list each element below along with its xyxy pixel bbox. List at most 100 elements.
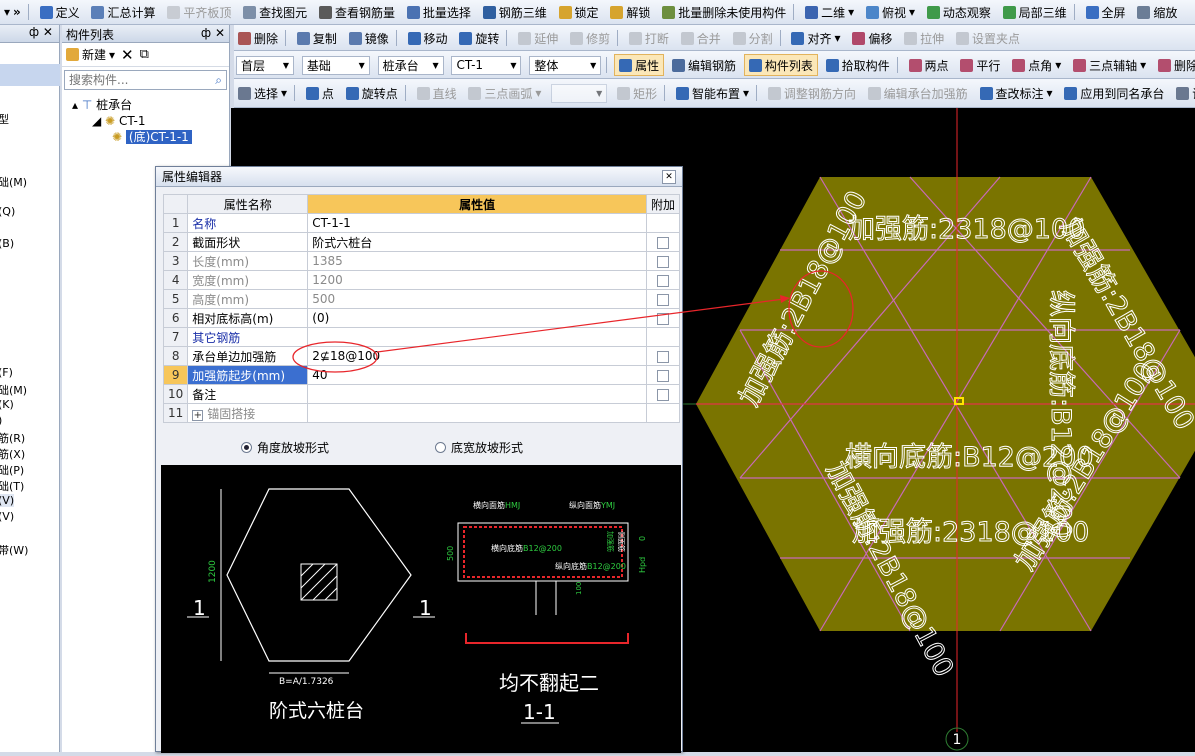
left-strip-item[interactable]: ): [0, 414, 2, 427]
floor-select[interactable]: 首层 ▼: [236, 55, 294, 75]
adjust-rebar-dir-button[interactable]: 调整钢筋方向: [764, 82, 860, 104]
copy-button[interactable]: 复制: [293, 27, 341, 49]
merge-button[interactable]: 合并: [677, 27, 725, 49]
tree-node-root[interactable]: ▴ ⊤ 桩承台: [72, 97, 192, 113]
tree-node-ct1[interactable]: ◢ ✺ CT-1: [72, 113, 192, 129]
top-reinforcement-label[interactable]: 加强筋:2318@100: [848, 214, 1086, 246]
point-angle-dropdown[interactable]: 点角 ▾: [1008, 54, 1065, 76]
trim-button[interactable]: 修剪: [566, 27, 614, 49]
copy-icon[interactable]: ⧉: [140, 47, 149, 62]
extra-checkbox[interactable]: [656, 369, 669, 382]
extra-checkbox[interactable]: [656, 236, 669, 249]
rotate-point-button[interactable]: 旋转点: [342, 82, 402, 104]
transverse-bottom-label[interactable]: 横向底筋:B12@200: [845, 442, 1095, 474]
batch-select-button[interactable]: 批量选择: [403, 1, 475, 23]
close-icon[interactable]: ✕: [215, 26, 225, 40]
view-2d-dropdown[interactable]: 二维 ▾: [801, 1, 858, 23]
extra-checkbox[interactable]: [656, 388, 669, 401]
dialog-close-button[interactable]: ✕: [662, 169, 676, 184]
edit-cap-reinforcement-button[interactable]: 编辑承台加强筋: [864, 82, 972, 104]
adjust-button[interactable]: 调: [1172, 82, 1195, 104]
batch-delete-unused-button[interactable]: 批量删除未使用构件: [658, 1, 790, 23]
break-button[interactable]: 打断: [625, 27, 673, 49]
pick-component-button[interactable]: 拾取构件: [822, 54, 894, 76]
split-button[interactable]: 分割: [729, 27, 777, 49]
property-row[interactable]: 11 + 锚固搭接: [162, 403, 681, 423]
search-icon[interactable]: ⌕: [215, 73, 222, 88]
property-value[interactable]: CT-1-1: [307, 213, 647, 233]
left-strip-item[interactable]: 础(M): [0, 382, 27, 398]
two-point-button[interactable]: 两点: [905, 54, 953, 76]
extra-checkbox[interactable]: [656, 350, 669, 363]
zoom-button[interactable]: 缩放: [1133, 1, 1181, 23]
fullscreen-button[interactable]: 全屏: [1082, 1, 1130, 23]
property-value[interactable]: [307, 384, 647, 404]
pin-icon[interactable]: ф: [201, 26, 211, 40]
left-strip-item[interactable]: 础(T): [0, 478, 24, 494]
select-dropdown[interactable]: 选择 ▾: [234, 82, 291, 104]
parallel-button[interactable]: 平行: [956, 54, 1004, 76]
point-button[interactable]: 点: [302, 82, 338, 104]
left-strip-item[interactable]: (Q): [0, 205, 15, 218]
rectangle-button[interactable]: 矩形: [613, 82, 661, 104]
left-strip-item[interactable]: (F): [0, 366, 13, 379]
tree-node-leaf[interactable]: ✺ (底)CT-1-1: [72, 129, 192, 145]
property-value[interactable]: 1200: [307, 270, 647, 290]
three-point-arc-dropdown[interactable]: 三点画弧 ▾: [464, 82, 545, 104]
component-select[interactable]: CT-1 ▼: [451, 55, 522, 75]
set-grip-button[interactable]: 设置夹点: [952, 27, 1024, 49]
property-value[interactable]: 500: [307, 289, 647, 309]
angle-slope-radio[interactable]: 角度放坡形式: [241, 439, 329, 456]
lock-button[interactable]: 锁定: [555, 1, 603, 23]
view-rebar-qty-button[interactable]: 查看钢筋量: [315, 1, 399, 23]
property-row[interactable]: 1 名称 CT-1-1: [162, 213, 681, 233]
delete-icon[interactable]: ✕: [121, 46, 134, 64]
property-row-selected[interactable]: 9 加强筋起步(mm) 40: [162, 365, 681, 385]
property-value[interactable]: [307, 327, 647, 347]
new-component-button[interactable]: 新建 ▾: [66, 44, 115, 66]
property-row[interactable]: 10 备注: [162, 384, 681, 404]
left-strip-item[interactable]: (K): [0, 398, 14, 411]
local-3d-button[interactable]: 局部三维: [999, 1, 1071, 23]
apply-same-name-button[interactable]: 应用到同名承台: [1060, 82, 1168, 104]
left-strip-item[interactable]: (V): [0, 494, 15, 507]
extra-checkbox[interactable]: [656, 312, 669, 325]
align-slab-top-button[interactable]: 平齐板顶: [163, 1, 235, 23]
property-row[interactable]: 6 相对底标高(m) (0): [162, 308, 681, 328]
stretch-button[interactable]: 拉伸: [900, 27, 948, 49]
summary-calc-button[interactable]: 汇总计算: [87, 1, 159, 23]
align-dropdown[interactable]: 对齐 ▾: [787, 27, 844, 49]
mirror-button[interactable]: 镜像: [345, 27, 393, 49]
rotate-button[interactable]: 旋转: [455, 27, 503, 49]
property-row[interactable]: 8 承台单边加强筋 2⊈18@100: [162, 346, 681, 366]
top-view-dropdown[interactable]: 俯视 ▾: [862, 1, 919, 23]
left-strip-item[interactable]: (B): [0, 237, 14, 250]
left-strip-item[interactable]: 筋(R): [0, 430, 25, 446]
property-value[interactable]: 1385: [307, 251, 647, 271]
move-button[interactable]: 移动: [404, 27, 452, 49]
smart-layout-dropdown[interactable]: 智能布置 ▾: [672, 82, 753, 104]
left-strip-item[interactable]: 带(W): [0, 542, 28, 558]
left-strip-item[interactable]: 型: [0, 111, 9, 127]
offset-button[interactable]: 偏移: [848, 27, 896, 49]
property-row[interactable]: 2 截面形状 阶式六桩台: [162, 232, 681, 252]
type-select[interactable]: 基础 ▼: [301, 55, 370, 75]
line-button[interactable]: 直线: [413, 82, 461, 104]
scope-select[interactable]: 整体 ▼: [529, 55, 602, 75]
property-value[interactable]: 2⊈18@100: [307, 346, 647, 366]
left-strip-item[interactable]: 筋(X): [0, 446, 25, 462]
left-strip-item[interactable]: 础(M): [0, 174, 27, 190]
three-point-axis-dropdown[interactable]: 三点辅轴 ▾: [1069, 54, 1150, 76]
define-button[interactable]: 定义: [36, 1, 84, 23]
width-slope-radio[interactable]: 底宽放坡形式: [435, 439, 523, 456]
empty-select[interactable]: ▼: [551, 83, 608, 103]
unlock-button[interactable]: 解锁: [606, 1, 654, 23]
longitudinal-bottom-label[interactable]: 纵向底筋:B12@200: [1045, 290, 1077, 540]
extra-checkbox[interactable]: [656, 255, 669, 268]
extend-button[interactable]: 延伸: [514, 27, 562, 49]
left-strip-item[interactable]: 础(P): [0, 462, 24, 478]
extra-checkbox[interactable]: [656, 293, 669, 306]
rebar-3d-button[interactable]: 钢筋三维: [479, 1, 551, 23]
left-strip-item[interactable]: (V): [0, 510, 14, 523]
orbit-button[interactable]: 动态观察: [923, 1, 995, 23]
